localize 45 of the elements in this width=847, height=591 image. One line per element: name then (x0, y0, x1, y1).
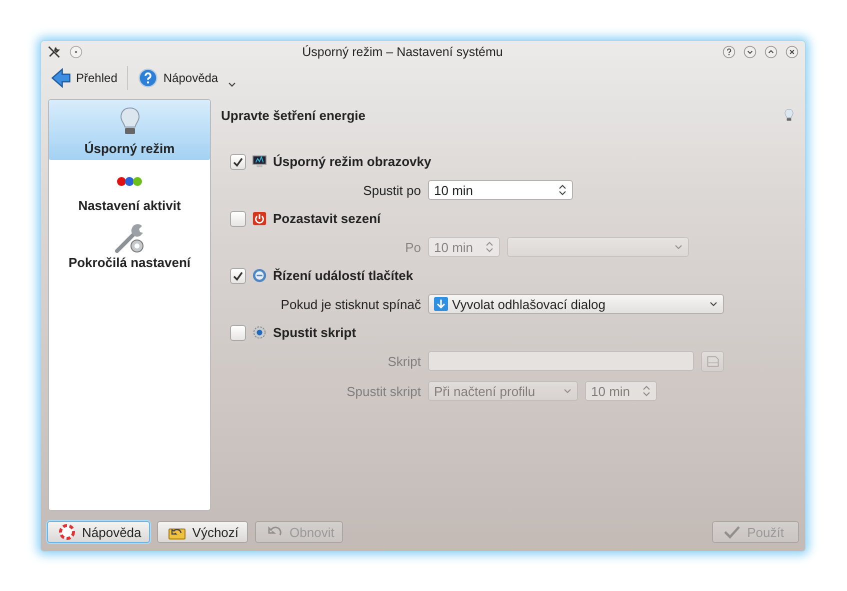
dialog-button[interactable]: Nápověda (47, 521, 150, 543)
sidebar-item[interactable]: Pokročilá nastavení (49, 217, 210, 274)
spin-arrows-icon (558, 184, 567, 196)
monitor-icon (252, 154, 267, 169)
checkbox[interactable] (230, 210, 246, 226)
checkbox-label[interactable]: Řízení událostí tlačítek (273, 268, 414, 283)
spin-arrows-icon (485, 241, 494, 253)
checkmark-icon (723, 524, 742, 540)
gear-icon (252, 325, 267, 340)
sidebar-item[interactable]: Nastavení aktivit (49, 160, 210, 217)
dropdown[interactable]: Vyvolat odhlašovací dialog (428, 294, 724, 314)
power-icon (252, 211, 267, 226)
checkbox-label[interactable]: Spustit skript (273, 325, 356, 340)
help-icon (138, 68, 158, 88)
lifebuoy-icon (58, 524, 76, 540)
spin-box[interactable]: 10 min (428, 180, 573, 200)
window-title: Úsporný režim – Nastavení systému (301, 45, 504, 59)
maximize-button[interactable] (764, 45, 778, 59)
field-label: Skript (386, 354, 422, 368)
sidebar-item[interactable]: Úsporný režim (49, 100, 210, 160)
checkbox-label[interactable]: Pozastavit sezení (273, 211, 381, 226)
back-arrow-icon (51, 68, 71, 88)
checkbox-label[interactable]: Úsporný režim obrazovky (273, 154, 432, 169)
field-label: Spustit po (362, 182, 422, 198)
tools-icon[interactable] (47, 45, 61, 59)
round-button-icon (252, 268, 267, 283)
colored-dots-icon (117, 177, 142, 186)
help-button[interactable] (722, 45, 736, 59)
help-button[interactable]: Nápověda (134, 66, 222, 90)
field-label: Spustit skript (346, 384, 422, 398)
caret-icon[interactable] (228, 82, 236, 88)
spin-arrows-icon (642, 385, 651, 397)
minimize-button[interactable] (743, 45, 757, 59)
back-button[interactable]: Přehled (47, 66, 122, 90)
checkbox[interactable] (230, 324, 246, 340)
field-label: Pokud je stisknut spínač (280, 296, 422, 312)
checkbox[interactable] (230, 154, 246, 170)
document-icon (706, 354, 720, 368)
dialog-button[interactable]: Výchozí (157, 521, 248, 543)
section-heading: Upravte šetření energie (221, 108, 366, 122)
checkbox[interactable] (230, 268, 246, 284)
text-field[interactable] (428, 351, 694, 371)
field-label: Po (404, 240, 422, 254)
download-icon (434, 297, 448, 311)
close-button[interactable] (785, 45, 799, 59)
